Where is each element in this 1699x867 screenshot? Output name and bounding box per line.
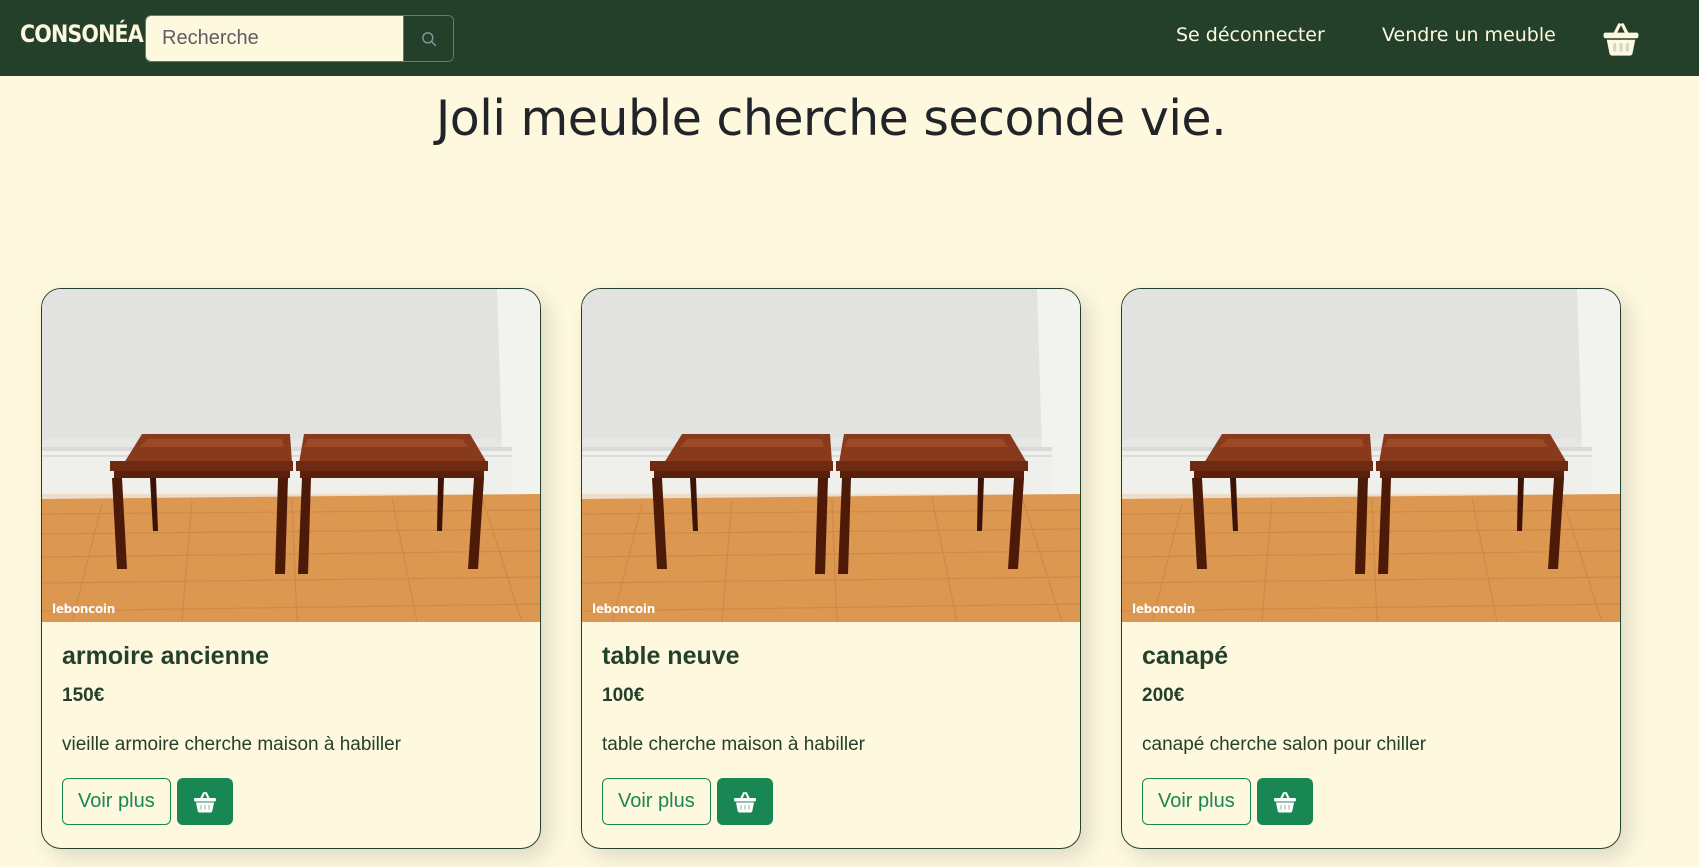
product-price: 150€: [62, 685, 105, 706]
product-name: canapé: [1142, 642, 1229, 670]
search-icon: [421, 31, 436, 46]
basket-icon: [1273, 790, 1297, 814]
brand-logo[interactable]: CONSONÉA: [20, 20, 144, 48]
basket-icon: [193, 790, 217, 814]
product-description: vieille armoire cherche maison à habille…: [62, 734, 401, 755]
add-to-basket-button[interactable]: [176, 778, 233, 825]
product-price: 100€: [602, 685, 645, 706]
navbar: CONSONÉA Se déconnecter Vendre un meuble: [0, 0, 1699, 76]
basket-icon: [1602, 20, 1640, 58]
sell-furniture-link[interactable]: Vendre un meuble: [1382, 24, 1556, 46]
product-card: leboncoin canapé 200€ canapé cherche sal…: [1121, 288, 1621, 849]
product-image: leboncoin: [42, 289, 540, 622]
product-description: table cherche maison à habiller: [602, 734, 865, 755]
image-watermark: leboncoin: [52, 602, 115, 616]
product-name: armoire ancienne: [62, 642, 270, 670]
see-more-button[interactable]: Voir plus: [1142, 778, 1251, 825]
product-image: leboncoin: [1122, 289, 1620, 622]
add-to-basket-button[interactable]: [716, 778, 773, 825]
see-more-button[interactable]: Voir plus: [602, 778, 711, 825]
image-watermark: leboncoin: [1132, 602, 1195, 616]
see-more-button[interactable]: Voir plus: [62, 778, 171, 825]
add-to-basket-button[interactable]: [1256, 778, 1313, 825]
product-card: leboncoin table neuve 100€ table cherche…: [581, 288, 1081, 849]
search-form: [145, 15, 454, 62]
page-title: Joli meuble cherche seconde vie.: [435, 90, 1227, 147]
product-card: leboncoin armoire ancienne 150€ vieille …: [41, 288, 541, 849]
basket-icon: [733, 790, 757, 814]
image-watermark: leboncoin: [592, 602, 655, 616]
product-price: 200€: [1142, 685, 1185, 706]
product-description: canapé cherche salon pour chiller: [1142, 734, 1427, 755]
product-image: leboncoin: [582, 289, 1080, 622]
search-button[interactable]: [403, 16, 453, 61]
product-name: table neuve: [602, 642, 740, 670]
search-input[interactable]: [146, 16, 403, 61]
logout-link[interactable]: Se déconnecter: [1176, 24, 1325, 46]
nav-basket-button[interactable]: [1602, 20, 1640, 63]
